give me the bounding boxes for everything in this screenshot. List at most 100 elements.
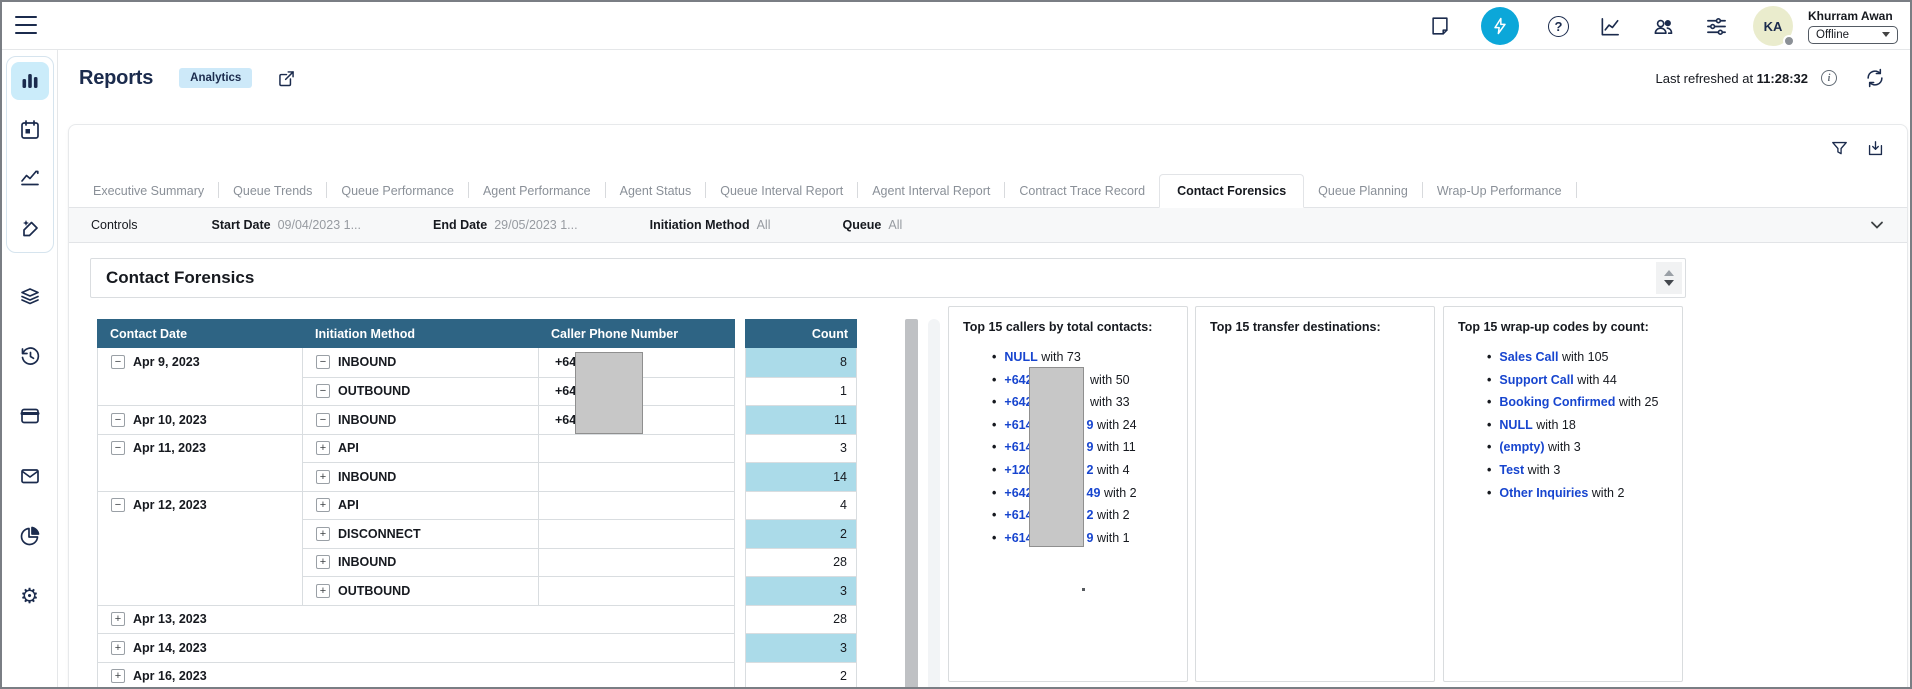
sidebar-item-history[interactable] (17, 343, 43, 369)
cell-initiation-method[interactable]: +INBOUND (302, 548, 538, 577)
cell-initiation-method[interactable]: −OUTBOUND (302, 377, 538, 406)
item-link[interactable]: (empty) (1499, 440, 1544, 454)
expand-plus-icon[interactable]: + (111, 641, 125, 655)
sheet-spinner[interactable] (1656, 262, 1682, 294)
expand-plus-icon[interactable]: + (111, 612, 125, 626)
sidebar-item-analytics[interactable] (11, 160, 49, 198)
cell-initiation-method[interactable]: +API (302, 434, 538, 463)
info-icon[interactable]: i (1821, 70, 1837, 86)
item-link-tail[interactable]: 9 (1087, 531, 1094, 545)
avatar[interactable]: KA (1753, 6, 1793, 46)
expand-minus-icon[interactable]: − (111, 355, 125, 369)
refresh-icon[interactable] (1864, 67, 1886, 89)
note-icon[interactable] (1428, 14, 1452, 38)
analytics-badge[interactable]: Analytics (179, 68, 252, 88)
item-link[interactable]: Test (1499, 463, 1524, 477)
cell-contact-date[interactable]: −Apr 12, 2023 (97, 491, 302, 520)
item-link-tail[interactable]: 49 (1087, 486, 1101, 500)
sidebar-item-settings[interactable]: ⚙ (17, 583, 43, 609)
item-link[interactable]: Support Call (1499, 373, 1573, 387)
hamburger-menu-icon[interactable] (15, 16, 37, 34)
expand-minus-icon[interactable]: − (316, 355, 330, 369)
tab-executive-summary[interactable]: Executive Summary (79, 175, 218, 207)
control-start-date[interactable]: Start Date09/04/2023 1... (212, 218, 361, 232)
tab-contract-trace-record[interactable]: Contract Trace Record (1005, 175, 1159, 207)
item-link[interactable]: Sales Call (1499, 350, 1558, 364)
table-scrollbar[interactable] (905, 319, 918, 689)
external-link-icon[interactable] (276, 68, 297, 89)
col-header-caller-phone[interactable]: Caller Phone Number (538, 319, 735, 348)
col-header-contact-date[interactable]: Contact Date (97, 319, 302, 348)
col-header-initiation-method[interactable]: Initiation Method (302, 319, 538, 348)
sliders-icon[interactable] (1704, 14, 1728, 38)
expand-plus-icon[interactable]: + (316, 498, 330, 512)
item-link[interactable]: Booking Confirmed (1499, 395, 1615, 409)
sidebar-item-layers[interactable] (17, 283, 43, 309)
item-link[interactable]: NULL (1499, 418, 1532, 432)
spinner-down-icon[interactable] (1664, 280, 1674, 286)
tab-agent-interval-report[interactable]: Agent Interval Report (858, 175, 1004, 207)
cell-initiation-method[interactable]: −INBOUND (302, 348, 538, 377)
panel-scrollbar-track[interactable] (928, 319, 940, 689)
cell-initiation-method[interactable]: +DISCONNECT (302, 519, 538, 548)
metrics-icon[interactable] (1598, 14, 1622, 38)
sidebar-item-mail[interactable] (17, 463, 43, 489)
tab-agent-status[interactable]: Agent Status (606, 175, 706, 207)
table-header-row: Contact DateInitiation MethodCaller Phon… (97, 319, 857, 348)
users-icon[interactable] (1651, 14, 1675, 38)
sidebar-item-window[interactable] (17, 403, 43, 429)
tab-contact-forensics[interactable]: Contact Forensics (1159, 174, 1304, 208)
tab-queue-performance[interactable]: Queue Performance (327, 175, 468, 207)
initiation-method-value: INBOUND (338, 470, 396, 484)
help-icon[interactable]: ? (1548, 16, 1569, 37)
cell-contact-date[interactable]: +Apr 16, 2023 (97, 662, 302, 689)
cell-initiation-method[interactable]: −INBOUND (302, 405, 538, 434)
cell-contact-date[interactable]: −Apr 11, 2023 (97, 434, 302, 463)
control-queue[interactable]: QueueAll (842, 218, 902, 232)
sidebar-item-pie[interactable] (17, 523, 43, 549)
cell-contact-date (97, 462, 302, 491)
cell-contact-date[interactable]: +Apr 14, 2023 (97, 633, 302, 662)
control-initiation-method[interactable]: Initiation MethodAll (650, 218, 771, 232)
cell-contact-date[interactable]: −Apr 9, 2023 (97, 348, 302, 377)
cell-initiation-method[interactable]: + INBOUND (302, 462, 538, 491)
sidebar-item-reports[interactable] (11, 62, 49, 100)
collapse-chevron-icon[interactable] (1869, 217, 1885, 233)
expand-plus-icon[interactable]: + (316, 441, 330, 455)
expand-minus-icon[interactable]: − (111, 441, 125, 455)
spinner-up-icon[interactable] (1664, 270, 1674, 276)
item-link-tail[interactable]: 9 (1087, 418, 1094, 432)
item-link-tail[interactable]: 2 (1087, 508, 1094, 522)
chevron-down-icon (1882, 32, 1890, 37)
expand-plus-icon[interactable]: + (316, 527, 330, 541)
bolt-icon[interactable] (1481, 7, 1519, 45)
filter-icon[interactable] (1829, 138, 1849, 158)
expand-minus-icon[interactable]: − (111, 413, 125, 427)
expand-plus-icon[interactable]: + (316, 584, 330, 598)
tab-wrap-up-performance[interactable]: Wrap-Up Performance (1423, 175, 1576, 207)
control-end-date[interactable]: End Date29/05/2023 1... (433, 218, 578, 232)
cell-initiation-method[interactable]: +API (302, 491, 538, 520)
item-link-tail[interactable]: 9 (1087, 440, 1094, 454)
cell-contact-date[interactable]: −Apr 10, 2023 (97, 405, 302, 434)
expand-minus-icon[interactable]: − (111, 498, 125, 512)
cell-initiation-method[interactable]: +OUTBOUND (302, 576, 538, 605)
expand-minus-icon[interactable]: − (316, 413, 330, 427)
sidebar-item-designer[interactable] (11, 209, 49, 247)
item-link[interactable]: NULL (1004, 350, 1037, 364)
expand-plus-icon[interactable]: + (111, 669, 125, 683)
sidebar-item-calendar[interactable] (11, 111, 49, 149)
col-header-count[interactable]: Count (745, 319, 857, 348)
expand-plus-icon[interactable]: + (316, 470, 330, 484)
expand-plus-icon[interactable]: + (316, 555, 330, 569)
status-select[interactable]: Offline (1808, 26, 1898, 44)
cell-contact-date[interactable]: +Apr 13, 2023 (97, 605, 302, 634)
tab-queue-planning[interactable]: Queue Planning (1304, 175, 1422, 207)
expand-minus-icon[interactable]: − (316, 384, 330, 398)
item-link[interactable]: Other Inquiries (1499, 486, 1588, 500)
download-icon[interactable] (1865, 138, 1885, 158)
tab-queue-interval-report[interactable]: Queue Interval Report (706, 175, 857, 207)
item-link-tail[interactable]: 2 (1087, 463, 1094, 477)
tab-agent-performance[interactable]: Agent Performance (469, 175, 605, 207)
tab-queue-trends[interactable]: Queue Trends (219, 175, 326, 207)
